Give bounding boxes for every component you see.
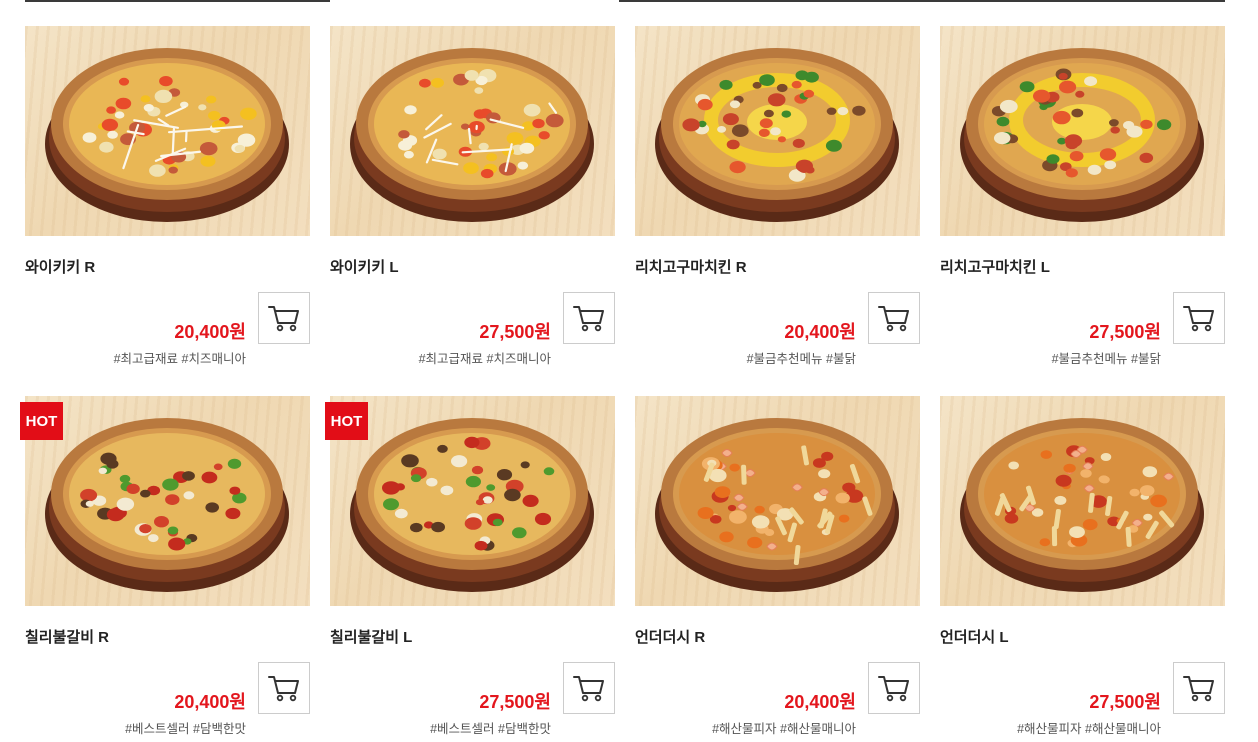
product-tags: #베스트셀러 #담백한맛 xyxy=(430,722,551,736)
add-to-cart-button[interactable] xyxy=(258,292,310,344)
product-name[interactable]: 리치고구마치킨 L xyxy=(940,256,1050,277)
add-to-cart-button[interactable] xyxy=(258,662,310,714)
product-tags: #불금추천메뉴 #불닭 xyxy=(746,352,856,366)
product-card[interactable]: 언더더시 R 20,400원 #해산물피자 #해산물매니아 xyxy=(635,396,920,736)
add-to-cart-button[interactable] xyxy=(1173,292,1225,344)
pizza-image[interactable] xyxy=(330,26,615,236)
product-tags: #베스트셀러 #담백한맛 xyxy=(125,722,246,736)
shopping-cart-icon xyxy=(268,676,299,702)
shopping-cart-icon xyxy=(878,676,909,702)
product-card[interactable]: 리치고구마치킨 L 27,500원 #불금추천메뉴 #불닭 xyxy=(940,26,1225,366)
product-name[interactable]: 언더더시 R xyxy=(635,626,705,647)
pizza-illustration xyxy=(350,418,594,592)
hot-badge: HOT xyxy=(325,402,368,440)
shopping-cart-icon xyxy=(268,306,299,332)
hot-badge: HOT xyxy=(20,402,63,440)
pizza-image[interactable] xyxy=(940,396,1225,606)
product-tags: #해산물피자 #해산물매니아 xyxy=(1017,722,1161,736)
product-card[interactable]: HOT 칠리불갈비 R 20,400원 #베스트셀러 #담백한맛 xyxy=(20,396,310,736)
pizza-image[interactable] xyxy=(635,26,920,236)
pizza-image[interactable] xyxy=(940,26,1225,236)
pizza-image[interactable] xyxy=(25,396,310,606)
section-divider-right xyxy=(619,0,1225,2)
shopping-cart-icon xyxy=(878,306,909,332)
product-tags: #최고급재료 #치즈매니아 xyxy=(113,352,246,366)
product-name[interactable]: 와이키키 L xyxy=(330,256,399,277)
shopping-cart-icon xyxy=(573,676,604,702)
pizza-illustration xyxy=(45,48,289,222)
product-card[interactable]: 언더더시 L 27,500원 #해산물피자 #해산물매니아 xyxy=(940,396,1225,736)
product-price: 20,400원 xyxy=(784,692,856,712)
product-card[interactable]: 와이키키 R 20,400원 #최고급재료 #치즈매니아 xyxy=(25,26,310,366)
pizza-image[interactable] xyxy=(635,396,920,606)
add-to-cart-button[interactable] xyxy=(1173,662,1225,714)
section-divider-left xyxy=(25,0,330,2)
pizza-illustration xyxy=(960,418,1204,592)
product-price: 20,400원 xyxy=(174,692,246,712)
product-name[interactable]: 칠리불갈비 L xyxy=(330,626,412,647)
pizza-illustration xyxy=(350,48,594,222)
product-name[interactable]: 리치고구마치킨 R xyxy=(635,256,747,277)
product-price: 20,400원 xyxy=(174,322,246,342)
shopping-cart-icon xyxy=(1183,676,1214,702)
product-price: 20,400원 xyxy=(784,322,856,342)
product-name[interactable]: 와이키키 R xyxy=(25,256,95,277)
pizza-illustration xyxy=(655,418,899,592)
pizza-image[interactable] xyxy=(330,396,615,606)
product-card[interactable]: HOT 칠리불갈비 L 27,500원 #베스트셀러 #담백한맛 xyxy=(325,396,615,736)
shopping-cart-icon xyxy=(1183,306,1214,332)
add-to-cart-button[interactable] xyxy=(868,662,920,714)
pizza-illustration xyxy=(655,48,899,222)
shopping-cart-icon xyxy=(573,306,604,332)
pizza-illustration xyxy=(960,48,1204,222)
product-card[interactable]: 리치고구마치킨 R 20,400원 #불금추천메뉴 #불닭 xyxy=(635,26,920,366)
product-tags: #불금추천메뉴 #불닭 xyxy=(1051,352,1161,366)
pizza-image[interactable] xyxy=(25,26,310,236)
add-to-cart-button[interactable] xyxy=(868,292,920,344)
product-price: 27,500원 xyxy=(1089,692,1161,712)
product-tags: #최고급재료 #치즈매니아 xyxy=(418,352,551,366)
product-name[interactable]: 언더더시 L xyxy=(940,626,1009,647)
product-name[interactable]: 칠리불갈비 R xyxy=(25,626,109,647)
product-price: 27,500원 xyxy=(479,322,551,342)
add-to-cart-button[interactable] xyxy=(563,292,615,344)
product-price: 27,500원 xyxy=(479,692,551,712)
add-to-cart-button[interactable] xyxy=(563,662,615,714)
product-tags: #해산물피자 #해산물매니아 xyxy=(712,722,856,736)
product-price: 27,500원 xyxy=(1089,322,1161,342)
pizza-illustration xyxy=(45,418,289,592)
product-card[interactable]: 와이키키 L 27,500원 #최고급재료 #치즈매니아 xyxy=(330,26,615,366)
